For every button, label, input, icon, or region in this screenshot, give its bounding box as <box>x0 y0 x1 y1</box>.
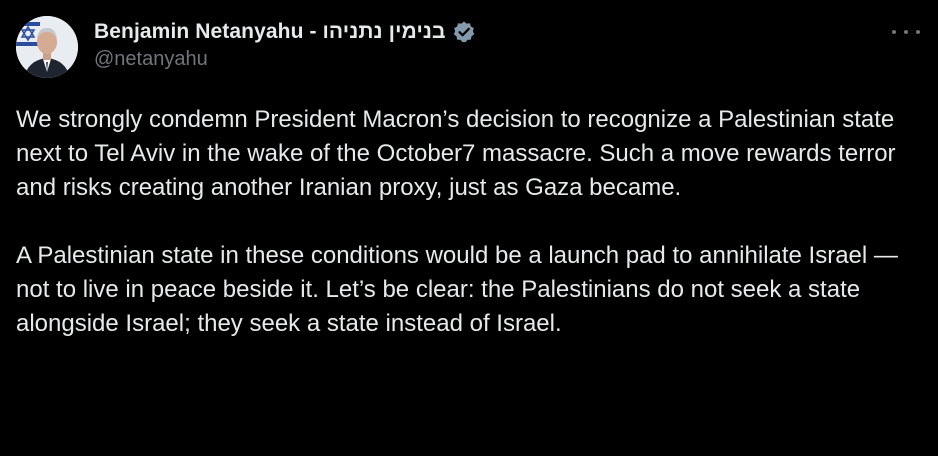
tweet-header: Benjamin Netanyahu - בנימין נתניהו @neta… <box>94 18 476 71</box>
dot-icon <box>892 30 896 34</box>
dot-icon <box>916 30 920 34</box>
verified-badge-icon <box>452 20 476 44</box>
tweet-paragraph: A Palestinian state in these conditions … <box>16 242 898 337</box>
more-options-icon[interactable] <box>892 20 920 44</box>
author-display-name[interactable]: Benjamin Netanyahu - בנימין נתניהו <box>94 20 446 44</box>
avatar[interactable] <box>16 16 78 78</box>
tweet-paragraph: We strongly condemn President Macron’s d… <box>16 106 896 201</box>
name-row: Benjamin Netanyahu - בנימין נתניהו <box>94 18 476 46</box>
dot-icon <box>904 30 908 34</box>
author-handle[interactable]: @netanyahu <box>94 48 476 71</box>
tweet: Benjamin Netanyahu - בנימין נתניהו @neta… <box>0 0 938 456</box>
tweet-text: We strongly condemn President Macron’s d… <box>16 103 926 341</box>
avatar-photo <box>16 16 78 78</box>
